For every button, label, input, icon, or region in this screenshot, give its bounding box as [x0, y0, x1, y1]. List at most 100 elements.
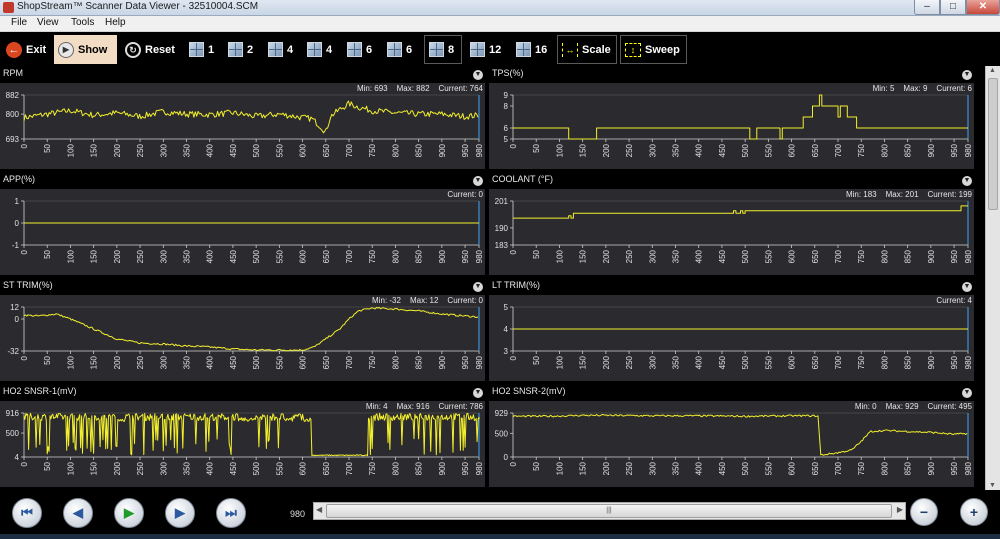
x-tick-label: 900 [438, 143, 447, 157]
reset-label: Reset [145, 43, 175, 56]
layout-label: 6 [366, 43, 373, 56]
x-tick-label: 900 [927, 461, 936, 475]
x-tick-label: 150 [90, 461, 99, 475]
x-tick-label: 300 [648, 143, 657, 157]
plot-area[interactable]: Min: -32 Max: 12 Current: 0 12 0 -32 0 50 100 150… [0, 295, 485, 381]
x-tick-label: 650 [811, 461, 820, 475]
vertical-scroll-thumb[interactable] [988, 78, 998, 210]
x-tick-label: 250 [136, 461, 145, 475]
x-tick-label: 450 [229, 355, 238, 369]
x-tick-label: 650 [322, 355, 331, 369]
x-tick-label: 750 [857, 143, 866, 157]
layout-16-button[interactable]: 16 [512, 35, 551, 64]
stat-current: Current: 786 [438, 402, 483, 411]
trace-line [23, 412, 480, 457]
plot-area[interactable]: Current: 0 1 0 -1 0 50 100 150 200 250 300 350 400 45… [0, 189, 485, 275]
x-tick-label: 0 [20, 461, 29, 466]
menu-help[interactable]: Help [105, 17, 126, 28]
exit-button[interactable]: ← Exit [2, 35, 50, 64]
plot-area[interactable]: Min: 183 Max: 201 Current: 199 201 190 183 0 50… [489, 189, 974, 275]
step-forward-button[interactable]: ▶ [165, 498, 195, 528]
x-tick-label: 700 [834, 143, 843, 157]
x-tick-label: 250 [625, 355, 634, 369]
x-tick-label: 550 [275, 461, 284, 475]
pane-options-icon[interactable]: ▼ [473, 70, 483, 80]
plot-area[interactable]: Min: 5 Max: 9 Current: 6 9 8 6 5 0 50 100 150 200 25… [489, 83, 974, 169]
stat-min: Min: -32 [372, 296, 401, 305]
grid-icon [387, 42, 402, 57]
plot-area[interactable]: Current: 4 5 4 3 0 50 100 150 200 250 300 350 400 450… [489, 295, 974, 381]
x-tick-label: 50 [532, 143, 541, 152]
pane-options-icon[interactable]: ▼ [473, 388, 483, 398]
plot-area[interactable]: Min: 693 Max: 882 Current: 764 882 800 693 0 50… [0, 83, 485, 169]
pane-options-icon[interactable]: ▼ [962, 388, 972, 398]
x-tick-label: 400 [695, 461, 704, 475]
vertical-scrollbar[interactable]: ▲ ▼ [985, 66, 1000, 490]
layout-8-button[interactable]: 8 [424, 35, 462, 64]
stat-current: Current: 764 [438, 84, 483, 93]
x-tick-label: 600 [788, 143, 797, 157]
x-tick-label: 350 [183, 355, 192, 369]
x-tick-label: 550 [275, 355, 284, 369]
x-tick-label: 800 [880, 143, 889, 157]
pane-st-trim: ST TRIM(%) ▼ Min: -32 Max: 12 Current: 0 12 0-… [0, 278, 485, 381]
scroll-left-icon[interactable]: ◀ [316, 505, 322, 514]
skip-last-button[interactable]: ⏭ [216, 498, 246, 528]
layout-2-button[interactable]: 2 [224, 35, 257, 64]
reset-button[interactable]: ↻ Reset [121, 35, 179, 64]
x-tick-label: 750 [857, 249, 866, 263]
x-tick-label: 850 [415, 461, 424, 475]
scale-button[interactable]: ↔ Scale [557, 35, 617, 64]
chart-svg: 201 190 1830 50 100 150 200 250 300 350 400 450 500 5… [495, 197, 973, 263]
layout-4a-button[interactable]: 4 [264, 35, 297, 64]
x-tick-label: 300 [159, 461, 168, 475]
zoom-in-button[interactable]: + [960, 498, 988, 526]
plot-area[interactable]: Min: 0 Max: 929 Current: 495 929 500 0 0 50 100 1… [489, 401, 974, 487]
menu-view[interactable]: View [37, 17, 59, 28]
x-tick-label: 200 [602, 461, 611, 475]
plot-area[interactable]: Min: 4 Max: 916 Current: 786 916 500 4 0 50 100 1… [0, 401, 485, 487]
timeline-scroll-thumb[interactable]: ||| [326, 504, 892, 518]
x-tick-label: 650 [811, 355, 820, 369]
scroll-down-icon[interactable]: ▼ [989, 482, 996, 489]
layout-6b-button[interactable]: 6 [383, 35, 416, 64]
maximize-button[interactable]: □ [940, 0, 966, 15]
x-tick-label: 0 [509, 249, 518, 254]
pane-options-icon[interactable]: ▼ [962, 70, 972, 80]
timeline-scrollbar[interactable]: ◀ ||| ▶ [313, 502, 906, 520]
show-button[interactable]: ▶ Show [54, 35, 117, 64]
x-tick-label: 0 [509, 461, 518, 466]
pane-options-icon[interactable]: ▼ [962, 282, 972, 292]
x-tick-label: 800 [391, 461, 400, 475]
skip-first-button[interactable]: ⏮ [12, 498, 42, 528]
layout-1-button[interactable]: 1 [185, 35, 218, 64]
pane-options-icon[interactable]: ▼ [473, 282, 483, 292]
layout-12-button[interactable]: 12 [466, 35, 505, 64]
play-button[interactable]: ▶ [114, 498, 144, 528]
step-back-button[interactable]: ◀ [63, 498, 93, 528]
pane-options-icon[interactable]: ▼ [962, 176, 972, 186]
menu-tools[interactable]: Tools [71, 17, 94, 28]
x-tick-label: 980 [475, 461, 484, 475]
pane-options-icon[interactable]: ▼ [473, 176, 483, 186]
y-tick-label: 9 [504, 91, 509, 100]
title-bar[interactable]: ShopStream™ Scanner Data Viewer - 325100… [0, 0, 1000, 16]
x-tick-label: 350 [672, 143, 681, 157]
y-tick-label: 183 [495, 241, 509, 250]
layout-6a-button[interactable]: 6 [343, 35, 376, 64]
scroll-up-icon[interactable]: ▲ [989, 67, 996, 74]
layout-4b-button[interactable]: 4 [303, 35, 336, 64]
x-tick-label: 50 [43, 249, 52, 258]
sweep-button[interactable]: ↕ Sweep [620, 35, 687, 64]
x-tick-label: 0 [20, 355, 29, 360]
x-tick-label: 700 [345, 143, 354, 157]
taskbar [0, 534, 1000, 539]
menu-file[interactable]: File [11, 17, 27, 28]
scroll-right-icon[interactable]: ▶ [897, 505, 903, 514]
x-tick-label: 950 [461, 355, 470, 369]
zoom-out-button[interactable]: − [910, 498, 938, 526]
close-button[interactable]: ✕ [966, 0, 1000, 15]
stat-min: Min: 4 [365, 402, 388, 411]
x-tick-label: 850 [415, 249, 424, 263]
minimize-button[interactable]: – [914, 0, 940, 15]
